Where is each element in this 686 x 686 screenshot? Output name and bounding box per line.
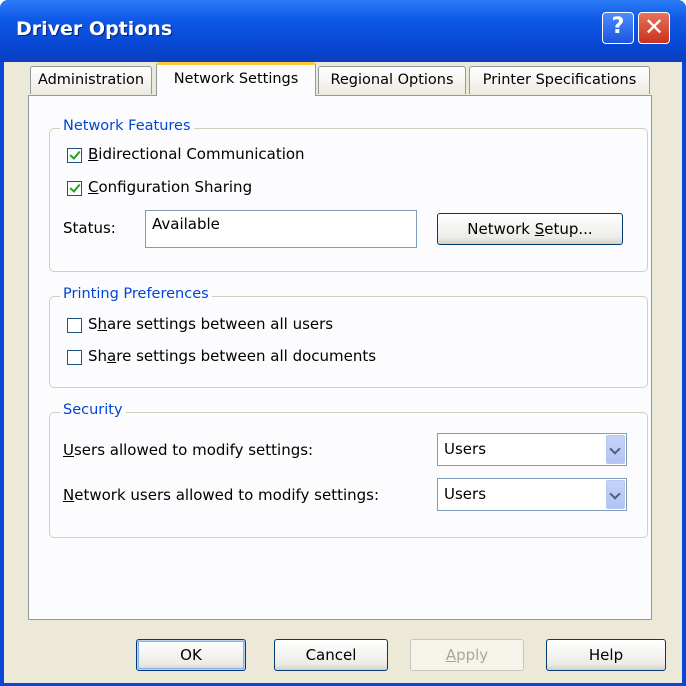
button-label: etup... — [544, 220, 593, 238]
config-sharing-checkbox[interactable] — [67, 181, 82, 196]
selected-value: Users — [444, 485, 487, 503]
network-settings-panel: Network Features Bidirectional Communica… — [28, 95, 652, 620]
chevron-down-icon[interactable] — [606, 480, 625, 509]
share-documents-label[interactable]: Share settings between all documents — [88, 347, 376, 365]
label-text: Sh — [88, 347, 108, 365]
group-legend: Network Features — [60, 118, 194, 134]
question-mark-icon: ? — [611, 14, 625, 39]
label-text: onfiguration Sharing — [98, 178, 253, 196]
ok-button[interactable]: OK — [136, 639, 246, 671]
access-key: A — [445, 646, 457, 664]
button-label: Cancel — [305, 646, 357, 664]
cancel-button[interactable]: Cancel — [274, 639, 388, 671]
access-key: U — [63, 441, 74, 459]
close-icon: ✕ — [643, 13, 665, 41]
tab-label: Regional Options — [330, 72, 454, 88]
apply-button[interactable]: Apply — [410, 639, 524, 671]
label-text: are settings between all users — [107, 315, 334, 333]
access-key: N — [63, 486, 75, 504]
access-key: C — [88, 178, 99, 196]
users-allowed-dropdown[interactable]: Users — [437, 433, 627, 466]
users-allowed-label: Users allowed to modify settings: — [63, 441, 313, 459]
button-label: OK — [180, 646, 202, 664]
status-value: Available — [152, 215, 220, 233]
tab-printer-specifications[interactable]: Printer Specifications — [469, 66, 650, 94]
share-users-label[interactable]: Share settings between all users — [88, 315, 333, 333]
tab-label: Network Settings — [173, 71, 299, 87]
tab-label: Printer Specifications — [482, 72, 637, 88]
label-text: S — [88, 315, 98, 333]
label-text: etwork users allowed to modify settings: — [74, 486, 380, 504]
label-text: re settings between all documents — [116, 347, 377, 365]
tab-label: Administration — [37, 72, 145, 88]
config-sharing-label[interactable]: Configuration Sharing — [88, 178, 252, 196]
tab-administration[interactable]: Administration — [30, 66, 152, 94]
group-legend: Printing Preferences — [60, 286, 212, 302]
driver-options-dialog: Driver Options ? ✕ Administration Networ… — [0, 0, 686, 686]
status-label: Status: — [63, 219, 116, 237]
bidirectional-checkbox[interactable] — [67, 148, 82, 163]
close-button[interactable]: ✕ — [638, 12, 670, 44]
chevron-down-icon[interactable] — [606, 435, 625, 464]
security-group: Security — [49, 402, 648, 538]
dialog-client-area: Administration Network Settings Regional… — [4, 62, 682, 683]
label-text: idirectional Communication — [98, 145, 305, 163]
printing-preferences-group: Printing Preferences — [49, 286, 648, 388]
access-key: h — [97, 315, 108, 333]
access-key: S — [534, 220, 545, 238]
share-users-checkbox[interactable] — [67, 318, 82, 333]
bidirectional-label[interactable]: Bidirectional Communication — [88, 145, 305, 163]
button-label: Help — [588, 646, 624, 664]
selected-value: Users — [444, 440, 487, 458]
access-key: B — [88, 145, 99, 163]
tab-regional-options[interactable]: Regional Options — [318, 66, 466, 94]
label-text: sers allowed to modify settings: — [73, 441, 314, 459]
network-users-allowed-label: Network users allowed to modify settings… — [63, 486, 379, 504]
network-setup-button[interactable]: Network Setup... — [437, 213, 623, 245]
button-label: pply — [456, 646, 489, 664]
help-title-button[interactable]: ? — [602, 12, 634, 44]
button-label: Network — [467, 220, 535, 238]
network-users-allowed-dropdown[interactable]: Users — [437, 478, 627, 511]
help-button[interactable]: Help — [546, 639, 666, 671]
group-legend: Security — [60, 402, 126, 418]
access-key: a — [107, 347, 117, 365]
share-documents-checkbox[interactable] — [67, 350, 82, 365]
tab-network-settings[interactable]: Network Settings — [156, 62, 316, 96]
title-bar[interactable]: Driver Options ? ✕ — [0, 0, 686, 62]
status-field: Available — [145, 210, 417, 248]
window-title: Driver Options — [16, 18, 173, 40]
